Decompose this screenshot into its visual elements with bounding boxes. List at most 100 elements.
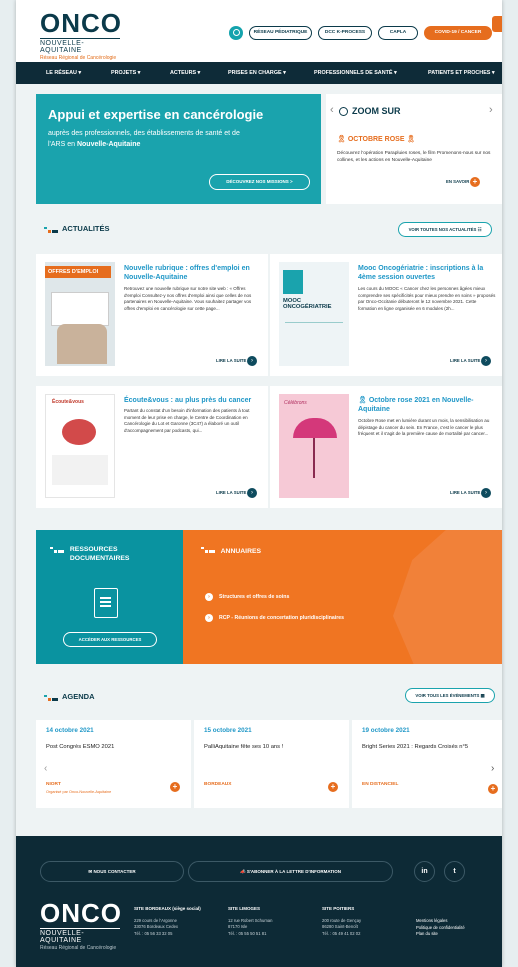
all-news-button[interactable]: VOIR TOUTES NOS ACTUALITÉS ☷ bbox=[398, 222, 492, 237]
arrow-right-icon[interactable]: › bbox=[481, 356, 491, 366]
chevron-left-icon[interactable]: ‹ bbox=[44, 763, 47, 774]
news-title[interactable]: Mooc Oncogériatrie : inscriptions à la 4… bbox=[358, 264, 496, 282]
read-more-link[interactable]: LIRE LA SUITE bbox=[216, 490, 246, 495]
hero-subtitle-region: Nouvelle-Aquitaine bbox=[76, 141, 141, 148]
news-title[interactable]: Écoute&vous : au plus près du cancer bbox=[124, 396, 262, 405]
zoom-panel: ‹ ZOOM SUR › 🎗 OCTOBRE ROSE 🎗 Découvrez … bbox=[326, 94, 502, 204]
newsletter-button[interactable]: 📣 S'ABONNER À LA LETTRE D'INFORMATION bbox=[188, 861, 393, 882]
news-card[interactable]: OFFRES D'EMPLOI Nouvelle rubrique : offr… bbox=[36, 254, 268, 376]
news-thumbnail: OFFRES D'EMPLOI bbox=[45, 262, 115, 366]
legal-link[interactable]: Plan du site bbox=[416, 931, 465, 938]
resources-heading-label: RESSOURCES DOCUMENTAIRES bbox=[69, 546, 130, 562]
site-address-line: 86280 Saint-Benoît bbox=[322, 924, 358, 929]
missions-button[interactable]: DÉCOUVREZ NOS MISSIONS > bbox=[209, 174, 310, 190]
resources-heading: RESSOURCES DOCUMENTAIRES bbox=[50, 545, 162, 563]
site-bordeaux: SITE BORDEAUX (siège social) 229 cours d… bbox=[134, 906, 201, 937]
plus-icon[interactable]: + bbox=[488, 784, 498, 794]
news-title[interactable]: Nouvelle rubrique : offres d'emploi en N… bbox=[124, 264, 262, 282]
event-card[interactable]: 15 octobre 2021 PalliAquitaine fête ses … bbox=[194, 720, 349, 808]
event-date: 19 octobre 2021 bbox=[362, 727, 410, 734]
hero-subtitle: auprès des professionnels, des établisse… bbox=[48, 128, 248, 150]
all-events-button[interactable]: VOIR TOUS LES ÉVÉNEMENTS ▦ bbox=[405, 688, 495, 703]
news-card[interactable]: Écoute&vous Écoute&vous : au plus près d… bbox=[36, 386, 268, 508]
search-icon[interactable] bbox=[229, 26, 243, 40]
umbrella-handle-shape bbox=[313, 438, 315, 478]
read-more-link[interactable]: LIRE LA SUITE bbox=[450, 358, 480, 363]
logo-wordmark: ONCO bbox=[40, 898, 122, 928]
plus-icon[interactable]: + bbox=[328, 782, 338, 792]
section-bars-icon bbox=[201, 545, 215, 553]
nav-label: LE RÉSEAU bbox=[46, 70, 77, 76]
directories-heading: ANNUAIRES bbox=[201, 545, 261, 555]
chevron-left-icon[interactable]: ‹ bbox=[330, 104, 334, 116]
event-card[interactable]: 14 octobre 2021 Post Congrès ESMO 2021 ‹… bbox=[36, 720, 191, 808]
footer-logo[interactable]: ONCO NOUVELLE-AQUITAINE Réseau Régional … bbox=[40, 900, 122, 951]
event-location: NIORT bbox=[46, 782, 61, 787]
site-phone: Tél. : 05 49 41 02 02 bbox=[322, 930, 361, 936]
news-thumbnail: MOOC ONCOGÉRIATRIE bbox=[279, 262, 349, 366]
reseau-pediatrique-button[interactable]: RÉSEAU PÉDIATRIQUE bbox=[249, 26, 312, 40]
all-events-label: VOIR TOUS LES ÉVÉNEMENTS bbox=[415, 693, 480, 698]
arrow-right-icon[interactable]: › bbox=[205, 614, 213, 622]
site-logo[interactable]: ONCO NOUVELLE-AQUITAINE Réseau Régional … bbox=[40, 10, 150, 61]
plus-icon[interactable]: + bbox=[170, 782, 180, 792]
event-card[interactable]: 19 octobre 2021 Bright Series 2021 : Reg… bbox=[352, 720, 502, 808]
zoom-title: ZOOM SUR bbox=[352, 106, 401, 116]
accessibility-tab[interactable] bbox=[492, 16, 502, 32]
chevron-right-icon[interactable]: › bbox=[489, 104, 493, 116]
nav-item-acteurs[interactable]: ACTEURS ▾ bbox=[170, 70, 200, 76]
arrow-right-icon[interactable]: › bbox=[481, 488, 491, 498]
site-name: SITE LIMOGES bbox=[228, 906, 261, 911]
site-name: SITE BORDEAUX (siège social) bbox=[134, 906, 201, 911]
site-name: SITE POITIERS bbox=[322, 906, 355, 911]
news-excerpt: Les cours du MOOC « Cancer chez les pers… bbox=[358, 286, 496, 311]
chevron-right-icon[interactable]: › bbox=[491, 763, 494, 774]
news-excerpt: Retrouvez une nouvelle rubrique sur notr… bbox=[124, 286, 252, 311]
arrow-right-icon[interactable]: › bbox=[247, 488, 257, 498]
ribbon-icon: 🎗 bbox=[358, 397, 367, 404]
calendar-icon: ▦ bbox=[480, 693, 485, 698]
nav-item-reseau[interactable]: LE RÉSEAU ▾ bbox=[46, 70, 81, 76]
news-title[interactable]: 🎗 Octobre rose 2021 en Nouvelle-Aquitain… bbox=[358, 396, 496, 414]
nav-item-projets[interactable]: PROJETS ▾ bbox=[111, 70, 140, 76]
section-bars-icon bbox=[44, 693, 58, 701]
rcp-link[interactable]: RCP - Réunions de concertation pluridisc… bbox=[219, 615, 344, 621]
structures-link[interactable]: Structures et offres de soins bbox=[219, 594, 289, 600]
arrow-right-icon[interactable]: › bbox=[205, 593, 213, 601]
dcc-kprocess-button[interactable]: DCC K-PROCESS bbox=[318, 26, 372, 40]
event-date: 15 octobre 2021 bbox=[204, 727, 252, 734]
logo-tagline: Réseau Régional de Cancérologie bbox=[40, 55, 117, 61]
legal-links: Mentions légales Politique de confidenti… bbox=[416, 918, 465, 938]
zoom-more-link[interactable]: EN SAVOIR bbox=[446, 179, 469, 184]
event-title[interactable]: Bright Series 2021 : Regards Croisés n°5 bbox=[362, 744, 468, 750]
arrow-right-icon[interactable]: › bbox=[247, 356, 257, 366]
logo-wordmark: ONCO bbox=[40, 8, 122, 38]
contact-button[interactable]: ✉ NOUS CONTACTER bbox=[40, 861, 184, 882]
site-limoges: SITE LIMOGES 12 rue Robert Schuman 87170… bbox=[228, 906, 272, 937]
event-organizer: Organisé par Onco-Nouvelle-Aquitaine bbox=[46, 790, 112, 794]
nav-item-prises-en-charge[interactable]: PRISES EN CHARGE ▾ bbox=[228, 70, 286, 76]
capla-button[interactable]: CAPLA bbox=[378, 26, 418, 40]
event-title[interactable]: Post Congrès ESMO 2021 bbox=[46, 744, 114, 750]
news-card[interactable]: Célébrons 🎗 Octobre rose 2021 en Nouvell… bbox=[270, 386, 502, 508]
plus-icon[interactable]: + bbox=[470, 177, 480, 187]
event-title[interactable]: PalliAquitaine fête ses 10 ans ! bbox=[204, 744, 283, 750]
nav-item-patients[interactable]: PATIENTS ET PROCHES ▾ bbox=[428, 70, 495, 76]
site-poitiers: SITE POITIERS 200 route de Gençay 86280 … bbox=[322, 906, 361, 937]
site-footer: ✉ NOUS CONTACTER 📣 S'ABONNER À LA LETTRE… bbox=[16, 836, 502, 967]
twitter-icon[interactable]: t bbox=[444, 861, 465, 882]
hero-title: Appui et expertise en cancérologie bbox=[48, 107, 264, 122]
nav-label: PROFESSIONNELS DE SANTÉ bbox=[314, 70, 393, 76]
directories-heading-label: ANNUAIRES bbox=[220, 548, 262, 555]
read-more-link[interactable]: LIRE LA SUITE bbox=[450, 490, 480, 495]
agenda-heading: AGENDA bbox=[44, 692, 95, 701]
zoom-subtitle[interactable]: 🎗 OCTOBRE ROSE 🎗 bbox=[337, 135, 415, 143]
news-card[interactable]: MOOC ONCOGÉRIATRIE Mooc Oncogériatrie : … bbox=[270, 254, 502, 376]
zoom-text: Découvrez l'opération Parapluies roses, … bbox=[337, 151, 491, 163]
nav-item-professionnels[interactable]: PROFESSIONNELS DE SANTÉ ▾ bbox=[314, 70, 397, 76]
covid-cancer-button[interactable]: COVID-19 / CANCER bbox=[424, 26, 492, 40]
read-more-link[interactable]: LIRE LA SUITE bbox=[216, 358, 246, 363]
resources-button[interactable]: ACCÉDER AUX RESSOURCES bbox=[63, 632, 157, 647]
news-title-text: Octobre rose 2021 en Nouvelle-Aquitaine bbox=[358, 397, 474, 413]
linkedin-icon[interactable]: in bbox=[414, 861, 435, 882]
